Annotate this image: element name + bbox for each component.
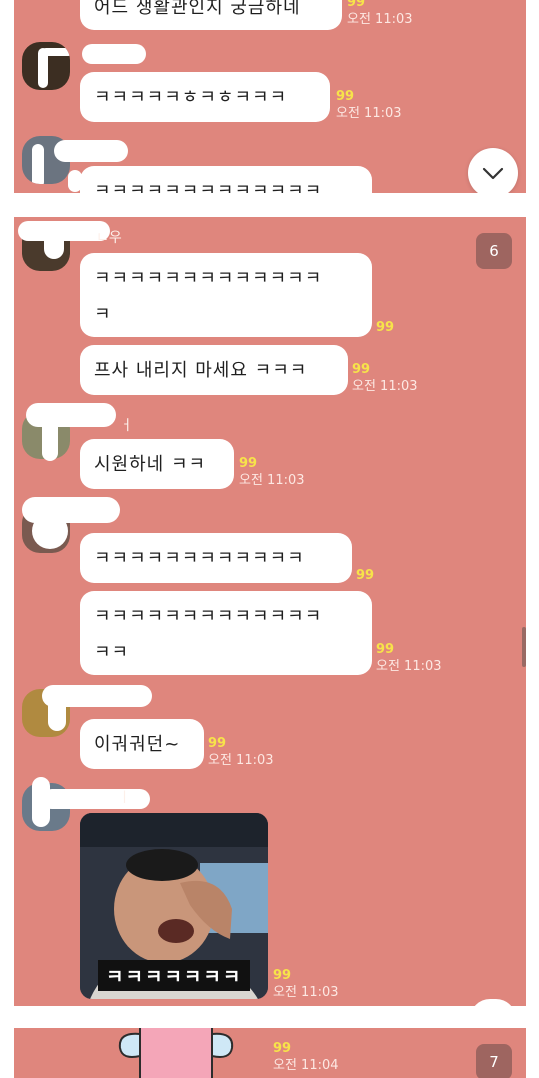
chevron-down-icon (482, 167, 504, 180)
message-meta: 99 오전 11:04 (273, 1040, 339, 1074)
read-count: 99 (336, 89, 355, 104)
message-bubble[interactable]: 프사 내리지 마세요 ㅋㅋㅋ (80, 345, 348, 395)
read-count: 99 (376, 642, 395, 657)
message-text: 이궈궈던~ (94, 734, 181, 755)
avatar[interactable] (22, 42, 70, 90)
message-text: ㅋㅋ (94, 642, 130, 663)
message-text: ㅋㅋㅋㅋㅋㅋㅋㅋㅋㅋㅋㅋ (94, 548, 305, 569)
message-bubble[interactable]: ㅋㅋㅋㅋㅋㅋㅋㅋㅋㅋㅋㅋㅋ ㅋ (80, 253, 372, 337)
sender-name: ㅣ (118, 790, 131, 806)
message-text: 시원하네 ㅋㅋ (94, 454, 207, 475)
sticker-message[interactable] (110, 1028, 240, 1078)
timestamp: 오전 11:03 (376, 659, 442, 674)
read-count: 99 (273, 968, 292, 983)
message-bubble[interactable]: ㅋㅋㅋㅋㅋㅋㅋㅋㅋㅋㅋㅋㅋ (80, 166, 372, 193)
message-bubble[interactable]: ㅋㅋㅋㅋㅋㅋㅋㅋㅋㅋㅋㅋ (80, 533, 352, 583)
message-meta: 99 (376, 319, 394, 336)
message-bubble[interactable]: 시원하네 ㅋㅋ (80, 439, 234, 489)
sender-name-redacted (48, 697, 66, 731)
message-bubble[interactable]: ㅋㅋㅋㅋㅋㅎㅋㅎㅋㅋㅋ (80, 72, 330, 122)
message-text: ㅋㅋㅋㅋㅋㅋㅋㅋㅋㅋㅋㅋㅋ (94, 268, 323, 289)
sender-name-redacted (26, 403, 116, 427)
message-meta: 99 오전 11:03 (376, 641, 442, 675)
message-meta: 99 오전 11:03 (208, 735, 274, 769)
sender-name-redacted (42, 789, 150, 809)
cartoon-sticker (118, 1028, 234, 1078)
chat-screen-3: 7 99 오전 11:04 (14, 1028, 526, 1078)
timestamp: 오전 11:03 (336, 106, 402, 121)
read-count: 99 (376, 320, 395, 335)
read-count: 99 (352, 362, 371, 377)
message-bubble[interactable]: ㅋㅋㅋㅋㅋㅋㅋㅋㅋㅋㅋㅋㅋ ㅋㅋ (80, 591, 372, 675)
timestamp: 오전 11:03 (352, 379, 418, 394)
timestamp: 오전 11:03 (239, 473, 305, 488)
message-bubble[interactable]: 어드 생활관인지 궁금하네 (80, 0, 342, 30)
sender-name: ㄴ우 (96, 230, 122, 246)
message-meta: 99 오전 11:03 (336, 88, 402, 122)
scrollbar-thumb[interactable] (522, 627, 526, 667)
read-count: 99 (356, 568, 375, 583)
sender-name-redacted (44, 227, 64, 259)
sender-name-redacted (32, 513, 68, 549)
message-meta: 99 (356, 567, 374, 584)
scroll-down-button[interactable] (468, 148, 518, 193)
chat-screen-2: 6 ㄴ우 ㅋㅋㅋㅋㅋㅋㅋㅋㅋㅋㅋㅋㅋ ㅋ 99 프사 내리지 마세요 ㅋㅋㅋ 9… (14, 217, 526, 1006)
sender-name: ㅓ (120, 418, 133, 434)
unread-badge: 6 (476, 233, 512, 269)
message-meta: 99 오전 11:03 (352, 361, 418, 395)
sender-name-redacted (54, 140, 128, 162)
message-text: 프사 내리지 마세요 ㅋㅋㅋ (94, 360, 308, 381)
chat-screen-1: 어드 생활관인지 궁금하네 99 오전 11:03 ㅋㅋㅋㅋㅋㅎㅋㅎㅋㅋㅋ 99… (14, 0, 526, 193)
timestamp: 오전 11:03 (273, 985, 339, 1000)
message-meta: 99 오전 11:03 (273, 967, 339, 1001)
read-count: 99 (347, 0, 366, 10)
unread-badge: 7 (476, 1044, 512, 1078)
read-count: 99 (239, 456, 258, 471)
read-count: 99 (208, 736, 227, 751)
message-text: ㅋㅋㅋㅋㅋㅋㅋㅋㅋㅋㅋㅋㅋ (94, 181, 323, 193)
timestamp: 오전 11:03 (347, 12, 413, 27)
sender-name-redacted (42, 417, 58, 461)
sender-name-redacted (82, 44, 146, 64)
message-text: ㅋㅋㅋㅋㅋㅎㅋㅎㅋㅋㅋ (94, 87, 288, 108)
message-meta: 99 오전 11:03 (347, 0, 413, 28)
message-bubble[interactable]: 이궈궈던~ (80, 719, 204, 769)
timestamp: 오전 11:04 (273, 1058, 339, 1073)
message-text: 어드 생활관인지 궁금하네 (94, 0, 301, 18)
message-text: ㅋㅋㅋㅋㅋㅋㅋㅋㅋㅋㅋㅋㅋ (94, 606, 323, 627)
timestamp: 오전 11:03 (208, 753, 274, 768)
image-caption: ㅋㅋㅋㅋㅋㅋㅋ (98, 960, 251, 991)
message-meta: 99 오전 11:03 (239, 455, 305, 489)
photo-message[interactable]: ㅋㅋㅋㅋㅋㅋㅋ (80, 813, 268, 999)
read-count: 99 (273, 1041, 292, 1056)
scroll-down-button-partial[interactable] (470, 999, 516, 1006)
message-text: ㅋ (94, 304, 112, 325)
